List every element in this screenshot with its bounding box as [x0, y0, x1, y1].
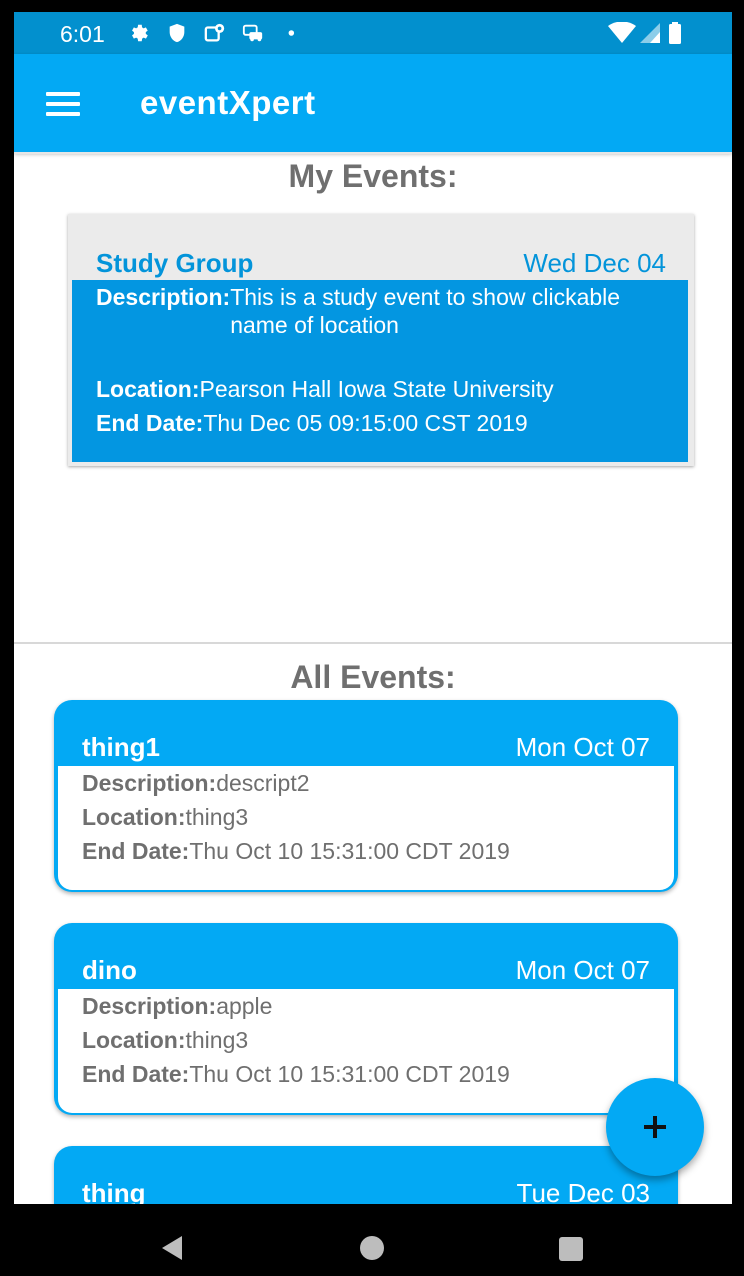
app-screen: 6:01 eventXpert My Events: Study Group W… — [14, 12, 732, 1204]
description-value: descript2 — [216, 770, 310, 796]
event-name: thing — [82, 1178, 146, 1204]
location-row: Location: Pearson Hall Iowa State Univer… — [96, 376, 554, 403]
location-row: Location: thing3 — [82, 1027, 248, 1054]
location-label: Location: — [82, 1027, 186, 1053]
recents-icon[interactable] — [558, 1236, 584, 1262]
event-card[interactable]: thing Tue Dec 03 — [54, 1146, 678, 1204]
event-name: dino — [82, 955, 137, 985]
end-date-value: Thu Oct 10 15:31:00 CDT 2019 — [189, 1061, 510, 1087]
event-name: thing1 — [82, 732, 160, 762]
event-card[interactable]: dino Mon Oct 07 Description: apple Locat… — [54, 923, 678, 1115]
my-event-card[interactable]: Study Group Wed Dec 04 Description: This… — [68, 214, 694, 466]
system-nav-bar — [0, 1204, 744, 1276]
status-time: 6:01 — [60, 21, 105, 47]
end-date-value: Thu Oct 10 15:31:00 CDT 2019 — [189, 838, 510, 864]
wifi-icon — [608, 22, 636, 43]
app-bar: eventXpert — [14, 54, 732, 152]
location-value: thing3 — [185, 804, 249, 830]
location-row: Location: thing3 — [82, 804, 248, 831]
description-row: Description: apple — [82, 993, 272, 1020]
location-label: Location: — [82, 804, 186, 830]
my-events-heading: My Events: — [288, 158, 458, 194]
location-link[interactable]: Pearson Hall Iowa State University — [200, 376, 554, 403]
description-label: Description: — [82, 993, 217, 1019]
event-date: Tue Dec 03 — [516, 1178, 650, 1204]
event-date: Wed Dec 04 — [523, 248, 666, 278]
section-divider — [14, 642, 732, 644]
event-name: Study Group — [96, 248, 254, 278]
appbar-divider — [14, 152, 732, 154]
end-date-label: End Date: — [82, 1061, 190, 1087]
status-bar: 6:01 — [14, 12, 732, 54]
gear-icon — [132, 24, 148, 42]
location-label: Location: — [96, 376, 200, 402]
description-label: Description: — [82, 770, 217, 796]
dot-icon — [288, 30, 295, 36]
description-row: Description: This is a study event to sh… — [96, 284, 660, 339]
location-value: thing3 — [185, 1027, 249, 1053]
event-card[interactable]: thing1 Mon Oct 07 Description: descript2… — [54, 700, 678, 892]
description-row: Description: descript2 — [82, 770, 310, 797]
end-date-row: End Date: Thu Oct 10 15:31:00 CDT 2019 — [82, 1061, 510, 1088]
signal-icon — [640, 23, 660, 43]
maps-icon — [204, 23, 225, 42]
event-details: Description: apple Location: thing3 End … — [58, 989, 674, 1113]
all-events-heading: All Events: — [290, 659, 456, 695]
end-date-label: End Date: — [96, 410, 204, 436]
back-icon[interactable] — [158, 1234, 186, 1262]
app-title: eventXpert — [140, 84, 316, 121]
home-icon[interactable] — [359, 1235, 385, 1261]
car-icon — [242, 24, 263, 42]
end-date-value: Thu Dec 05 09:15:00 CST 2019 — [203, 410, 528, 436]
event-date: Mon Oct 07 — [515, 955, 650, 985]
event-details: Description: descript2 Location: thing3 … — [58, 766, 674, 890]
event-date: Mon Oct 07 — [515, 732, 650, 762]
hamburger-menu-icon[interactable] — [46, 92, 80, 116]
event-details: Description: This is a study event to sh… — [72, 280, 688, 462]
battery-icon — [669, 22, 681, 44]
end-date-row: End Date: Thu Oct 10 15:31:00 CDT 2019 — [82, 838, 510, 865]
description-label: Description: — [96, 284, 231, 310]
shield-icon — [169, 23, 185, 43]
end-date-row: End Date: Thu Dec 05 09:15:00 CST 2019 — [96, 410, 528, 437]
description-value: This is a study event to show clickable … — [230, 284, 621, 338]
end-date-label: End Date: — [82, 838, 190, 864]
description-value: apple — [216, 993, 273, 1019]
add-event-button[interactable] — [606, 1078, 704, 1176]
